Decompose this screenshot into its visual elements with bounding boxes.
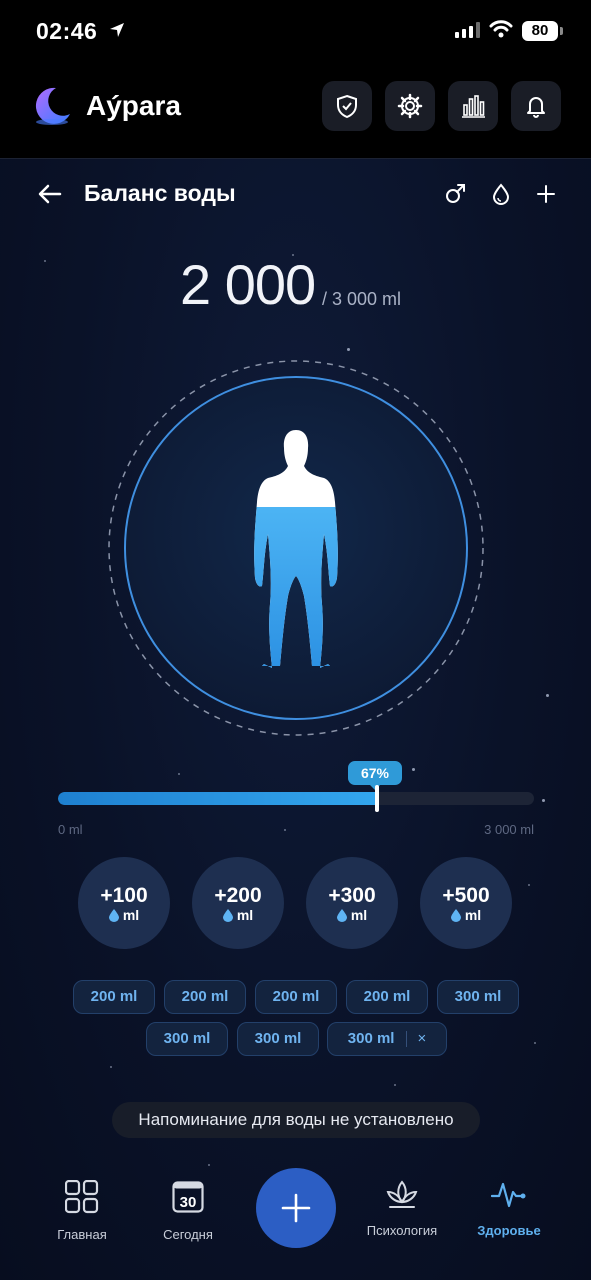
preset-chip-label: 300 ml: [347, 1030, 395, 1047]
quick-add-unit: ml: [350, 907, 368, 923]
preset-chip[interactable]: 300 ml: [237, 1022, 319, 1056]
quick-add-value: +300: [328, 884, 376, 907]
add-300-button[interactable]: +300 ml: [306, 857, 398, 949]
progress-thumb: [375, 785, 379, 812]
progress-fill: [58, 792, 377, 805]
body-hydration-figure: [106, 358, 486, 738]
gear-icon: [397, 93, 423, 119]
calendar-icon: 30: [172, 1181, 204, 1213]
nav-label: Психология: [366, 1223, 438, 1238]
heartbeat-icon: [490, 1182, 526, 1208]
statistics-button[interactable]: [448, 81, 498, 131]
wifi-icon: [489, 20, 513, 43]
quick-add-unit: ml: [236, 907, 254, 923]
bell-icon: [527, 97, 545, 118]
nav-label: Сегодня: [163, 1227, 213, 1242]
progress-percent-badge: 67%: [348, 761, 402, 790]
add-200-button[interactable]: +200 ml: [192, 857, 284, 949]
battery-indicator: 80: [522, 21, 563, 41]
nav-label: Главная: [57, 1227, 107, 1242]
add-500-button[interactable]: +500 ml: [420, 857, 512, 949]
quick-add-value: +100: [100, 884, 148, 907]
preset-chip[interactable]: 300 ml: [146, 1022, 228, 1056]
nav-label: Здоровье: [477, 1223, 541, 1238]
nav-home[interactable]: Главная: [32, 1179, 132, 1242]
status-bar: 02:46 80: [0, 0, 591, 64]
bottom-navigation: Главная 30 Сегодня Психология Здоровье: [0, 1160, 591, 1280]
water-drop-icon: [450, 908, 461, 922]
progress-track: [58, 792, 534, 805]
progress-min-label: 0 ml: [58, 822, 83, 837]
status-time: 02:46: [36, 18, 98, 44]
reminder-status[interactable]: Напоминание для воды не установлено: [112, 1102, 480, 1138]
nav-health[interactable]: Здоровье: [459, 1180, 559, 1238]
quick-add-unit: ml: [122, 907, 140, 923]
location-arrow-icon: [108, 21, 126, 44]
page-title: Баланс воды: [84, 180, 236, 206]
cell-signal-icon: [455, 22, 481, 43]
preset-chip[interactable]: 200 ml: [346, 980, 428, 1014]
settings-button[interactable]: [385, 81, 435, 131]
water-drop-icon: [108, 908, 119, 922]
app-logo-icon: [30, 84, 74, 128]
security-button[interactable]: [322, 81, 372, 131]
water-amount: 2 000: [180, 253, 316, 316]
nav-psychology[interactable]: Психология: [352, 1180, 452, 1238]
chart-icon: [462, 95, 485, 118]
water-drop-icon[interactable]: [489, 182, 513, 206]
notifications-button[interactable]: [511, 81, 561, 131]
calendar-day: 30: [180, 1194, 197, 1211]
preset-chip-last[interactable]: 300 ml ×: [327, 1022, 447, 1056]
preset-chip[interactable]: 200 ml: [73, 980, 155, 1014]
add-fab-button[interactable]: [256, 1168, 336, 1248]
clear-presets-icon[interactable]: ×: [417, 1030, 426, 1047]
quick-add-value: +500: [442, 884, 490, 907]
preset-chip[interactable]: 200 ml: [255, 980, 337, 1014]
add-100-button[interactable]: +100 ml: [78, 857, 170, 949]
water-drop-icon: [222, 908, 233, 922]
progress-max-label: 3 000 ml: [484, 822, 534, 837]
preset-chip[interactable]: 200 ml: [164, 980, 246, 1014]
quick-add-unit: ml: [464, 907, 482, 923]
quick-add-value: +200: [214, 884, 262, 907]
app-name: Аýрara: [86, 90, 181, 121]
male-gender-icon[interactable]: [443, 182, 467, 206]
nav-today[interactable]: 30 Сегодня: [138, 1180, 238, 1242]
water-drop-icon: [336, 908, 347, 922]
water-goal: / 3 000 ml: [322, 289, 402, 309]
grid-icon: [64, 1179, 99, 1214]
add-icon[interactable]: [534, 182, 558, 206]
back-arrow-icon[interactable]: [36, 180, 64, 208]
shield-icon: [337, 94, 357, 119]
plus-icon: [281, 1193, 311, 1223]
preset-chip[interactable]: 300 ml: [437, 980, 519, 1014]
lotus-icon: [386, 1180, 418, 1208]
app-header: Аýрara: [0, 64, 591, 159]
